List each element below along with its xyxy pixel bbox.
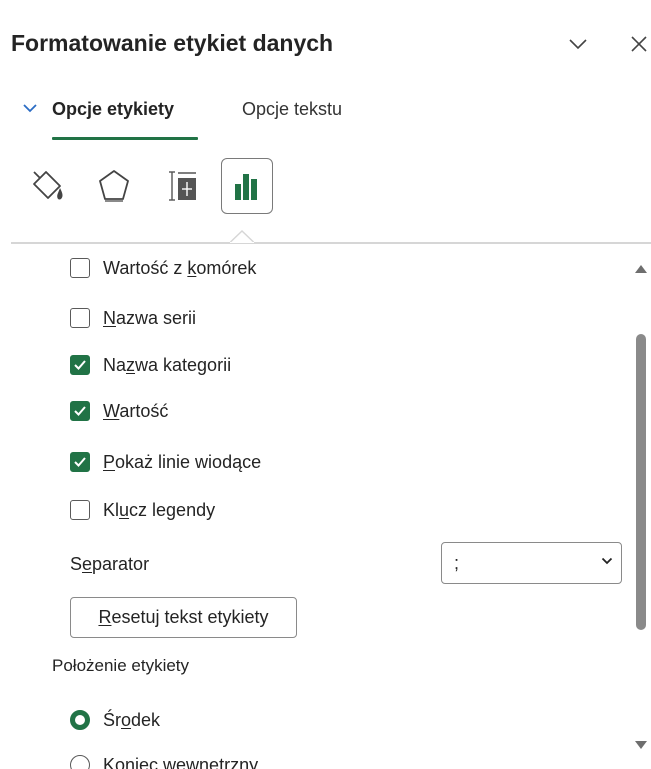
checkbox-series-name[interactable]: Nazwa serii	[70, 305, 196, 331]
checkbox-label: Pokaż linie wiodące	[103, 451, 262, 472]
checkbox[interactable]	[70, 401, 90, 421]
checkbox[interactable]	[70, 355, 90, 375]
checkmark-icon	[74, 406, 86, 416]
checkbox[interactable]	[70, 452, 90, 472]
format-data-labels-pane: Formatowanie etykiet danych Opcje etykie…	[0, 0, 651, 769]
label-options-button[interactable]	[221, 158, 273, 214]
scrollbar-thumb[interactable]	[636, 334, 646, 630]
active-category-pointer	[230, 230, 254, 243]
separator-label: Separator	[70, 554, 150, 574]
checkbox-label: Nazwa serii	[103, 307, 197, 328]
checkbox-show-leader-lines[interactable]: Pokaż linie wiodące	[70, 449, 261, 475]
scroll-up-arrow-icon[interactable]	[634, 264, 648, 274]
chevron-down-icon	[23, 104, 37, 113]
checkbox-label: Wartość	[103, 400, 169, 421]
size-properties-icon	[169, 171, 196, 201]
radio-button[interactable]	[70, 755, 90, 769]
pane-title: Formatowanie etykiet danych	[11, 30, 334, 56]
reset-label-text-button[interactable]: Resetuj tekst etykiety	[70, 597, 297, 638]
chevron-down-icon	[569, 39, 587, 50]
checkbox-value-from-cells[interactable]: Wartość z komórek	[70, 255, 256, 281]
checkbox[interactable]	[70, 258, 90, 278]
label-options-bar-chart-icon	[235, 174, 257, 200]
checkmark-icon	[74, 360, 86, 370]
close-pane-button[interactable]	[621, 26, 651, 62]
tab-label-options[interactable]: Opcje etykiety	[52, 99, 174, 120]
radio-center[interactable]: Środek	[70, 707, 160, 733]
checkbox-category-name[interactable]: Nazwa kategorii	[70, 352, 231, 378]
checkbox-label: Klucz legendy	[103, 499, 216, 520]
effects-pentagon-icon	[99, 170, 129, 202]
checkbox-label: Wartość z komórek	[103, 257, 257, 278]
separator-value: ;	[454, 553, 460, 573]
fill-line-icon	[33, 171, 63, 200]
radio-label: Koniec wewnętrzny	[103, 754, 259, 769]
category-icon-row	[0, 158, 651, 218]
effects-button[interactable]	[88, 158, 140, 214]
checkbox-legend-key[interactable]: Klucz legendy	[70, 497, 215, 523]
radio-button[interactable]	[70, 710, 90, 730]
label-position-heading: Położenie etykiety	[52, 656, 190, 675]
options-scroll-area: Wartość z komórek Nazwa serii Nazwa kate…	[0, 244, 636, 769]
pane-header: Formatowanie etykiet danych	[0, 12, 651, 78]
close-icon	[631, 36, 647, 52]
tab-text-options[interactable]: Opcje tekstu	[242, 99, 342, 120]
task-pane-options-button[interactable]	[560, 26, 596, 62]
radio-label: Środek	[103, 709, 161, 730]
checkbox[interactable]	[70, 500, 90, 520]
scroll-down-arrow-icon[interactable]	[634, 740, 648, 750]
chevron-down-icon	[601, 557, 613, 565]
checkbox[interactable]	[70, 308, 90, 328]
radio-inside-end[interactable]: Koniec wewnętrzny	[70, 752, 258, 769]
checkbox-label: Nazwa kategorii	[103, 354, 232, 375]
size-properties-button[interactable]	[156, 158, 208, 214]
checkmark-icon	[74, 457, 86, 467]
checkbox-value[interactable]: Wartość	[70, 398, 168, 424]
vertical-scrollbar[interactable]	[631, 250, 651, 762]
fill-line-button[interactable]	[22, 158, 74, 214]
option-tabs: Opcje etykiety Opcje tekstu	[0, 92, 651, 142]
separator-dropdown[interactable]: ;	[441, 542, 622, 584]
active-tab-indicator	[52, 137, 198, 140]
